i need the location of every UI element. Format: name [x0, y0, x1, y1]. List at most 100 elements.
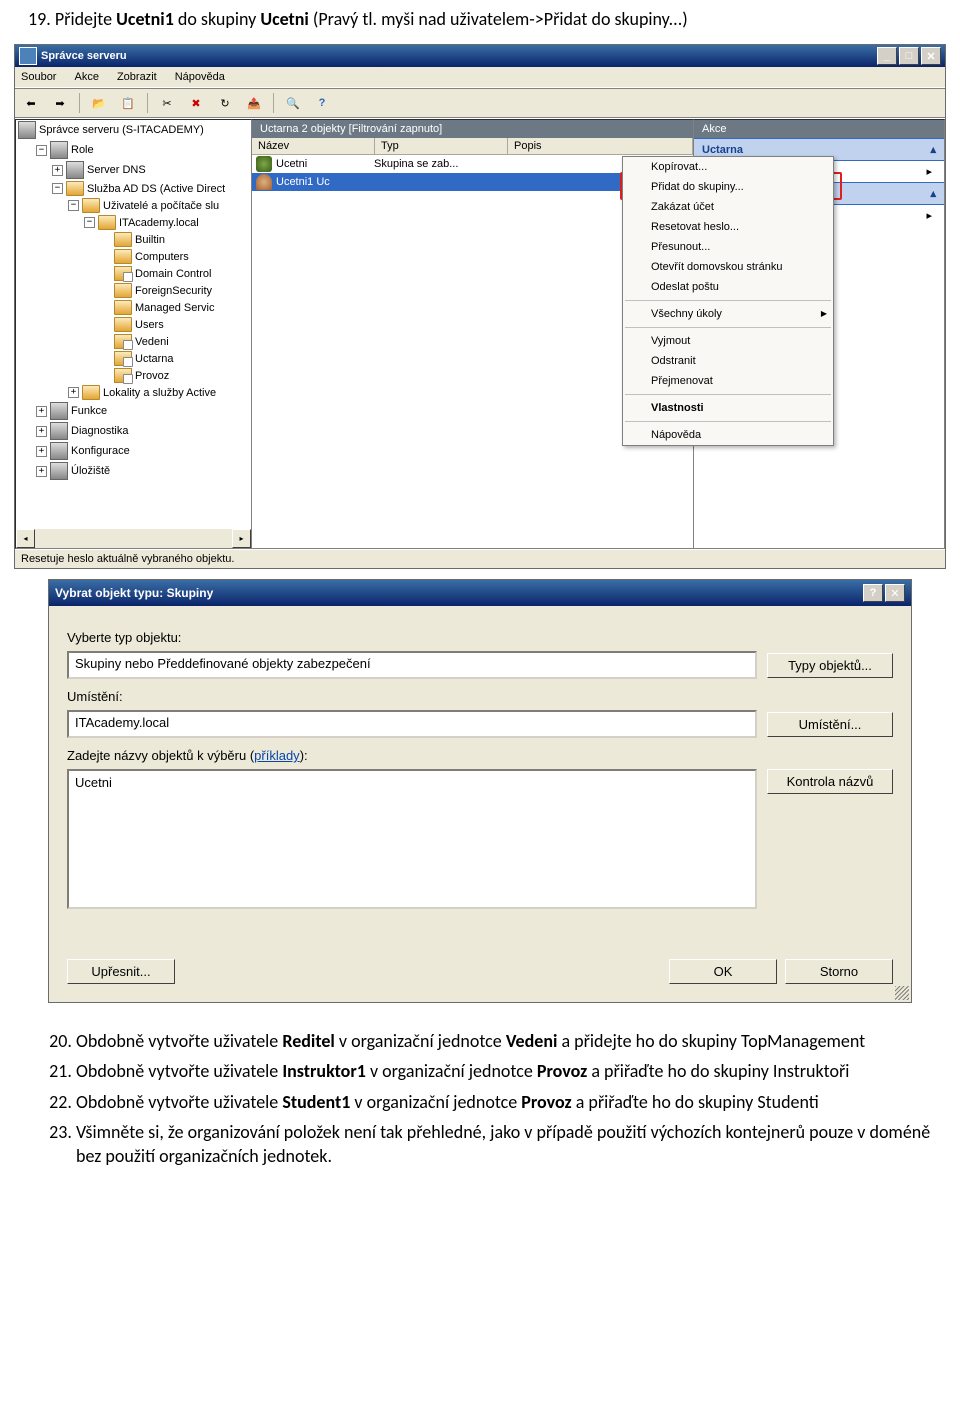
tree-label: Managed Servic [135, 302, 215, 314]
maximize-button[interactable]: □ [899, 47, 919, 65]
tree-item[interactable]: − Služba AD DS (Active Direct [16, 180, 251, 197]
tree-label: Služba AD DS (Active Direct [87, 183, 225, 195]
expand-toggle[interactable]: − [84, 217, 95, 228]
menu-item[interactable]: Přidat do skupiny... [623, 177, 833, 197]
scroll-left-button[interactable]: ◂ [16, 529, 35, 548]
refresh-button[interactable]: ↻ [213, 91, 237, 115]
tree-root[interactable]: Správce serveru (S-ITACADEMY) [39, 124, 204, 136]
tree-item[interactable]: +Diagnostika [16, 421, 251, 441]
menu-akce[interactable]: Akce [72, 69, 100, 85]
expand-toggle[interactable]: + [36, 406, 47, 417]
cancel-button[interactable]: Storno [785, 959, 893, 984]
expand-toggle[interactable]: + [68, 387, 79, 398]
menu-item[interactable]: Přejmenovat [623, 371, 833, 391]
object-type-field[interactable]: Skupiny nebo Předdefinované objekty zabe… [67, 651, 757, 679]
forward-button[interactable]: ➡ [48, 91, 72, 115]
menu-item[interactable]: Vyjmout [623, 331, 833, 351]
menu-item[interactable]: Vlastnosti [623, 398, 833, 418]
tree-item[interactable]: − Uživatelé a počítače slu [16, 197, 251, 214]
cut-button[interactable]: ✂ [155, 91, 179, 115]
menu-zobrazit[interactable]: Zobrazit [115, 69, 159, 85]
tree-item[interactable]: +Funkce [16, 401, 251, 421]
export-button[interactable]: 📤 [242, 91, 266, 115]
menu-item[interactable]: Kopírovat... [623, 157, 833, 177]
tree-item[interactable]: Computers [16, 248, 251, 265]
tree-item[interactable]: Provoz [16, 367, 251, 384]
location-field[interactable]: ITAcademy.local [67, 710, 757, 738]
tree-item[interactable]: − Role [16, 140, 251, 160]
scroll-right-button[interactable]: ▸ [232, 529, 251, 548]
close-button[interactable]: ✕ [885, 584, 905, 602]
server-icon [66, 161, 84, 179]
menubar[interactable]: Soubor Akce Zobrazit Nápověda [15, 67, 945, 88]
tree-label: Provoz [135, 370, 169, 382]
ok-button[interactable]: OK [669, 959, 777, 984]
expand-toggle[interactable]: + [36, 426, 47, 437]
columns[interactable]: Název Typ Popis [252, 138, 693, 155]
menu-item[interactable]: Resetovat heslo... [623, 217, 833, 237]
help-icon[interactable]: ? [310, 91, 334, 115]
tree-label: Domain Control [135, 268, 211, 280]
instruction-step-19: 19. Přidejte Ucetni1 do skupiny Ucetni (… [0, 0, 960, 38]
delete-button[interactable]: ✖ [184, 91, 208, 115]
menu-item[interactable]: Otevřít domovskou stránku [623, 257, 833, 277]
expand-toggle[interactable]: − [52, 183, 63, 194]
col-desc[interactable]: Popis [508, 138, 693, 154]
dialog-titlebar[interactable]: Vybrat objekt typu: Skupiny ? ✕ [49, 580, 911, 606]
expand-toggle[interactable]: + [52, 165, 63, 176]
tree-item[interactable]: Users [16, 316, 251, 333]
minimize-button[interactable]: _ [877, 47, 897, 65]
expand-toggle[interactable]: − [68, 200, 79, 211]
names-textarea[interactable]: Ucetni [67, 769, 757, 909]
menu-soubor[interactable]: Soubor [19, 69, 58, 85]
col-type[interactable]: Typ [375, 138, 508, 154]
tree-item[interactable]: Uctarna [16, 350, 251, 367]
tree-label: Lokality a služby Active [103, 387, 216, 399]
tree-label: Uctarna [135, 353, 174, 365]
location-button[interactable]: Umístění... [767, 712, 893, 737]
tree-item[interactable]: Builtin [16, 231, 251, 248]
toolbar: ⬅ ➡ 📂 📋 ✂ ✖ ↻ 📤 🔍 ? [15, 88, 945, 118]
server-manager-window: Správce serveru _ □ ✕ Soubor Akce Zobrazit… [14, 44, 946, 569]
back-button[interactable]: ⬅ [19, 91, 43, 115]
folder-icon [114, 300, 132, 315]
tree-item[interactable]: Domain Control [16, 265, 251, 282]
app-icon [19, 47, 37, 65]
check-names-button[interactable]: Kontrola názvů [767, 769, 893, 794]
menu-item[interactable]: Odstranit [623, 351, 833, 371]
expand-toggle[interactable]: + [36, 446, 47, 457]
tree-item[interactable]: Vedeni [16, 333, 251, 350]
menu-item[interactable]: Všechny úkoly [623, 304, 833, 324]
titlebar[interactable]: Správce serveru _ □ ✕ [15, 45, 945, 67]
col-name[interactable]: Název [252, 138, 375, 154]
tree-item[interactable]: ForeignSecurity [16, 282, 251, 299]
tree-label: Role [71, 144, 94, 156]
menu-nápověda[interactable]: Nápověda [173, 69, 227, 85]
menu-item[interactable]: Odeslat poštu [623, 277, 833, 297]
tree-item[interactable]: −ITAcademy.local [16, 214, 251, 231]
server-icon [18, 121, 36, 139]
advanced-button[interactable]: Upřesnit... [67, 959, 175, 984]
props-button[interactable]: 📋 [116, 91, 140, 115]
expand-toggle[interactable]: − [36, 145, 47, 156]
expand-toggle[interactable]: + [36, 466, 47, 477]
resize-grip[interactable] [895, 986, 909, 1000]
menu-item[interactable]: Zakázat účet [623, 197, 833, 217]
examples-link[interactable]: příklady [254, 748, 300, 763]
tree-label: Uživatelé a počítače slu [103, 200, 219, 212]
tree-item[interactable]: Managed Servic [16, 299, 251, 316]
tree-pane[interactable]: Správce serveru (S-ITACADEMY) − Role +Serv… [15, 119, 252, 549]
tree-item[interactable]: +Server DNS [16, 160, 251, 180]
ou-icon [114, 334, 132, 349]
filter-button[interactable]: 🔍 [281, 91, 305, 115]
tree-item[interactable]: +Konfigurace [16, 441, 251, 461]
context-menu[interactable]: Kopírovat...Přidat do skupiny...Zakázat … [622, 156, 834, 446]
tree-item[interactable]: + Lokality a služby Active [16, 384, 251, 401]
menu-item[interactable]: Přesunout... [623, 237, 833, 257]
help-button[interactable]: ? [863, 584, 883, 602]
tree-item[interactable]: +Úložiště [16, 461, 251, 481]
object-types-button[interactable]: Typy objektů... [767, 653, 893, 678]
close-button[interactable]: ✕ [921, 47, 941, 65]
menu-item[interactable]: Nápověda [623, 425, 833, 445]
up-button[interactable]: 📂 [87, 91, 111, 115]
